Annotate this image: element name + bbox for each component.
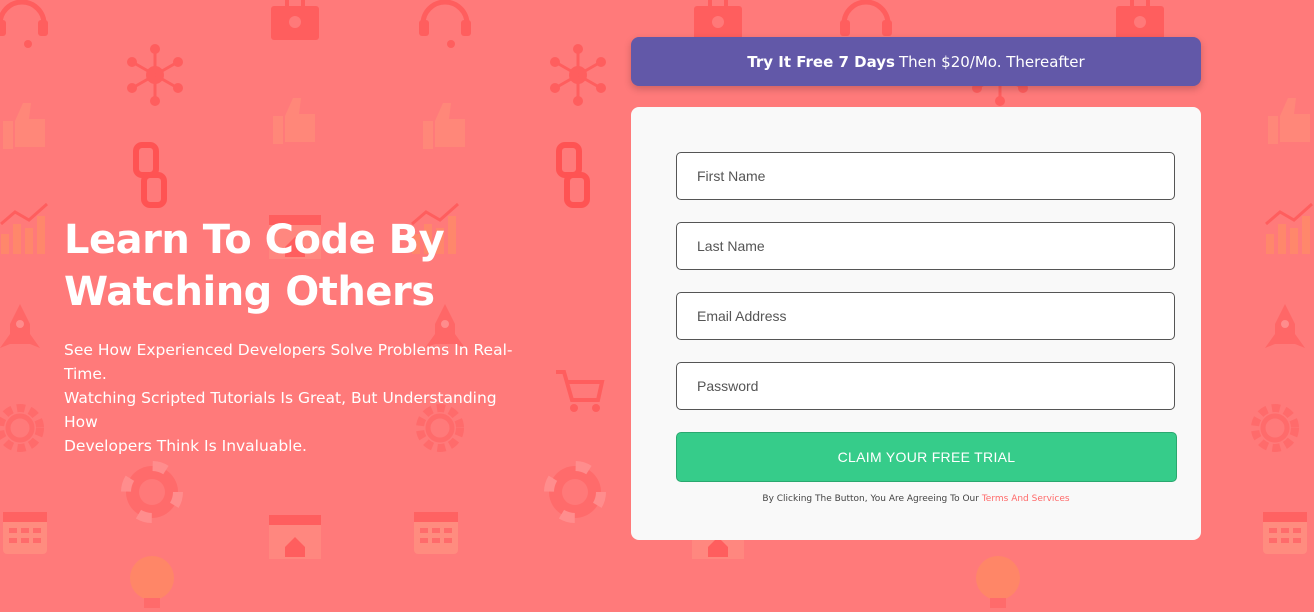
first-name-input[interactable] [676, 152, 1175, 200]
claim-free-trial-button[interactable]: CLAIM YOUR FREE TRIAL [676, 432, 1177, 482]
hero-title-line-1: Learn To Code By [64, 217, 445, 263]
terms-notice-text: By Clicking The Button, You Are Agreeing… [762, 494, 979, 504]
free-trial-banner-price: Then $20/Mo. Thereafter [898, 52, 1085, 71]
signup-form-card: CLAIM YOUR FREE TRIAL By Clicking The Bu… [631, 107, 1201, 540]
terms-notice: By Clicking The Button, You Are Agreeing… [631, 494, 1201, 504]
email-input[interactable] [676, 292, 1175, 340]
hero-title: Learn To Code By Watching Others [64, 214, 534, 318]
last-name-input[interactable] [676, 222, 1175, 270]
hero-description: See How Experienced Developers Solve Pro… [64, 338, 534, 458]
hero-description-line-3: Developers Think Is Invaluable. [64, 437, 307, 455]
free-trial-banner-highlight: Try It Free 7 Days [747, 52, 895, 71]
hero-description-line-1: See How Experienced Developers Solve Pro… [64, 341, 513, 383]
hero-section: Learn To Code By Watching Others See How… [64, 214, 534, 458]
hero-description-line-2: Watching Scripted Tutorials Is Great, Bu… [64, 389, 497, 431]
hero-title-line-2: Watching Others [64, 269, 435, 315]
terms-and-services-link[interactable]: Terms And Services [982, 494, 1070, 504]
password-input[interactable] [676, 362, 1175, 410]
free-trial-banner: Try It Free 7 Days Then $20/Mo. Thereaft… [631, 37, 1201, 86]
